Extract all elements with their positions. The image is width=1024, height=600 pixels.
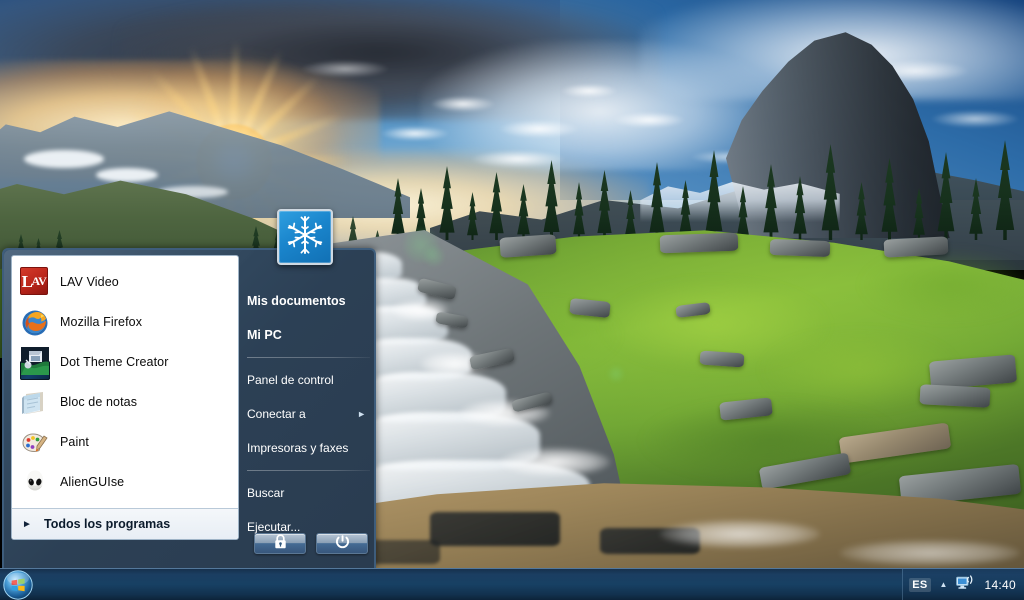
taskbar-task-buttons[interactable] bbox=[33, 569, 902, 600]
system-tray[interactable]: ES ▲ 14:40 bbox=[902, 569, 1024, 600]
clock[interactable]: 14:40 bbox=[984, 578, 1016, 592]
language-indicator[interactable]: ES bbox=[909, 577, 931, 592]
rock bbox=[499, 234, 557, 258]
place-item-label: Mis documentos bbox=[247, 294, 346, 308]
dot-theme-creator-icon bbox=[20, 347, 50, 380]
network-wireless-icon[interactable] bbox=[956, 574, 975, 595]
program-item-label: AlienGUIse bbox=[60, 475, 125, 489]
all-programs-button[interactable]: ► Todos los programas bbox=[12, 508, 238, 539]
menu-separator bbox=[247, 470, 370, 471]
place-item-label: Mi PC bbox=[247, 328, 282, 342]
lock-button[interactable] bbox=[254, 533, 306, 554]
start-menu[interactable]: L AV LAV Video Mozilla Firefox Dot Theme… bbox=[2, 248, 376, 568]
program-item-bloc-de-notas[interactable]: Bloc de notas bbox=[12, 382, 238, 422]
foam bbox=[660, 520, 820, 548]
place-item-mi-pc[interactable]: Mi PC bbox=[247, 318, 372, 352]
chevron-right-icon: ► bbox=[22, 518, 32, 530]
firefox-icon bbox=[20, 307, 50, 337]
place-item-impresoras-y-faxes[interactable]: Impresoras y faxes bbox=[247, 431, 372, 465]
lock-icon bbox=[274, 533, 287, 554]
program-item-label: Dot Theme Creator bbox=[60, 355, 169, 369]
place-item-label: Panel de control bbox=[247, 373, 334, 387]
alienguise-icon bbox=[20, 467, 50, 497]
program-item-lav-video[interactable]: L AV LAV Video bbox=[12, 262, 238, 302]
rock bbox=[769, 238, 831, 258]
program-item-alienguise[interactable]: AlienGUIse bbox=[12, 462, 238, 502]
foam bbox=[840, 540, 1020, 566]
place-item-label: Ejecutar... bbox=[247, 520, 301, 534]
rock bbox=[883, 236, 949, 258]
place-item-label: Conectar a bbox=[247, 407, 306, 421]
program-item-label: LAV Video bbox=[60, 275, 119, 289]
start-menu-programs-panel: L AV LAV Video Mozilla Firefox Dot Theme… bbox=[11, 255, 239, 540]
program-item-label: Bloc de notas bbox=[60, 395, 138, 409]
tree-line-right bbox=[380, 110, 1024, 240]
start-button[interactable] bbox=[3, 569, 33, 600]
lav-video-icon: L AV bbox=[20, 267, 50, 297]
menu-separator bbox=[247, 357, 370, 358]
place-item-mis-documentos[interactable]: Mis documentos bbox=[247, 284, 372, 318]
lens-flare bbox=[608, 366, 624, 382]
pinned-programs-list: L AV LAV Video Mozilla Firefox Dot Theme… bbox=[12, 256, 238, 508]
program-item-label: Paint bbox=[60, 435, 89, 449]
place-item-buscar[interactable]: Buscar bbox=[247, 476, 372, 510]
user-picture[interactable] bbox=[277, 209, 333, 265]
chevron-right-icon: ► bbox=[357, 409, 366, 419]
desktop[interactable]: L AV LAV Video Mozilla Firefox Dot Theme… bbox=[0, 0, 1024, 600]
place-item-conectar-a[interactable]: Conectar a ► bbox=[247, 397, 372, 431]
foam bbox=[500, 448, 610, 476]
program-item-paint[interactable]: Paint bbox=[12, 422, 238, 462]
program-item-label: Mozilla Firefox bbox=[60, 315, 143, 329]
start-menu-actions bbox=[254, 533, 368, 554]
place-item-label: Impresoras y faxes bbox=[247, 441, 349, 455]
program-item-dot-theme-creator[interactable]: Dot Theme Creator bbox=[12, 342, 238, 382]
rock bbox=[919, 384, 991, 408]
cloud-speck bbox=[560, 84, 618, 98]
shutdown-button[interactable] bbox=[316, 533, 368, 554]
rock bbox=[699, 350, 745, 368]
place-item-panel-de-control[interactable]: Panel de control bbox=[247, 363, 372, 397]
notepad-icon bbox=[20, 387, 50, 417]
taskbar[interactable]: ES ▲ 14:40 bbox=[0, 568, 1024, 600]
power-icon bbox=[335, 534, 350, 554]
chevron-up-icon[interactable]: ▲ bbox=[940, 580, 948, 589]
snowflake-icon bbox=[283, 213, 327, 262]
place-item-label: Buscar bbox=[247, 486, 285, 500]
all-programs-label: Todos los programas bbox=[44, 517, 171, 531]
lens-flare bbox=[424, 246, 444, 266]
paint-icon bbox=[20, 427, 50, 457]
program-item-mozilla-firefox[interactable]: Mozilla Firefox bbox=[12, 302, 238, 342]
wet-rock bbox=[430, 512, 560, 546]
start-menu-places-panel: Mis documentos Mi PC Panel de control Co… bbox=[247, 284, 372, 544]
rock bbox=[659, 232, 739, 254]
